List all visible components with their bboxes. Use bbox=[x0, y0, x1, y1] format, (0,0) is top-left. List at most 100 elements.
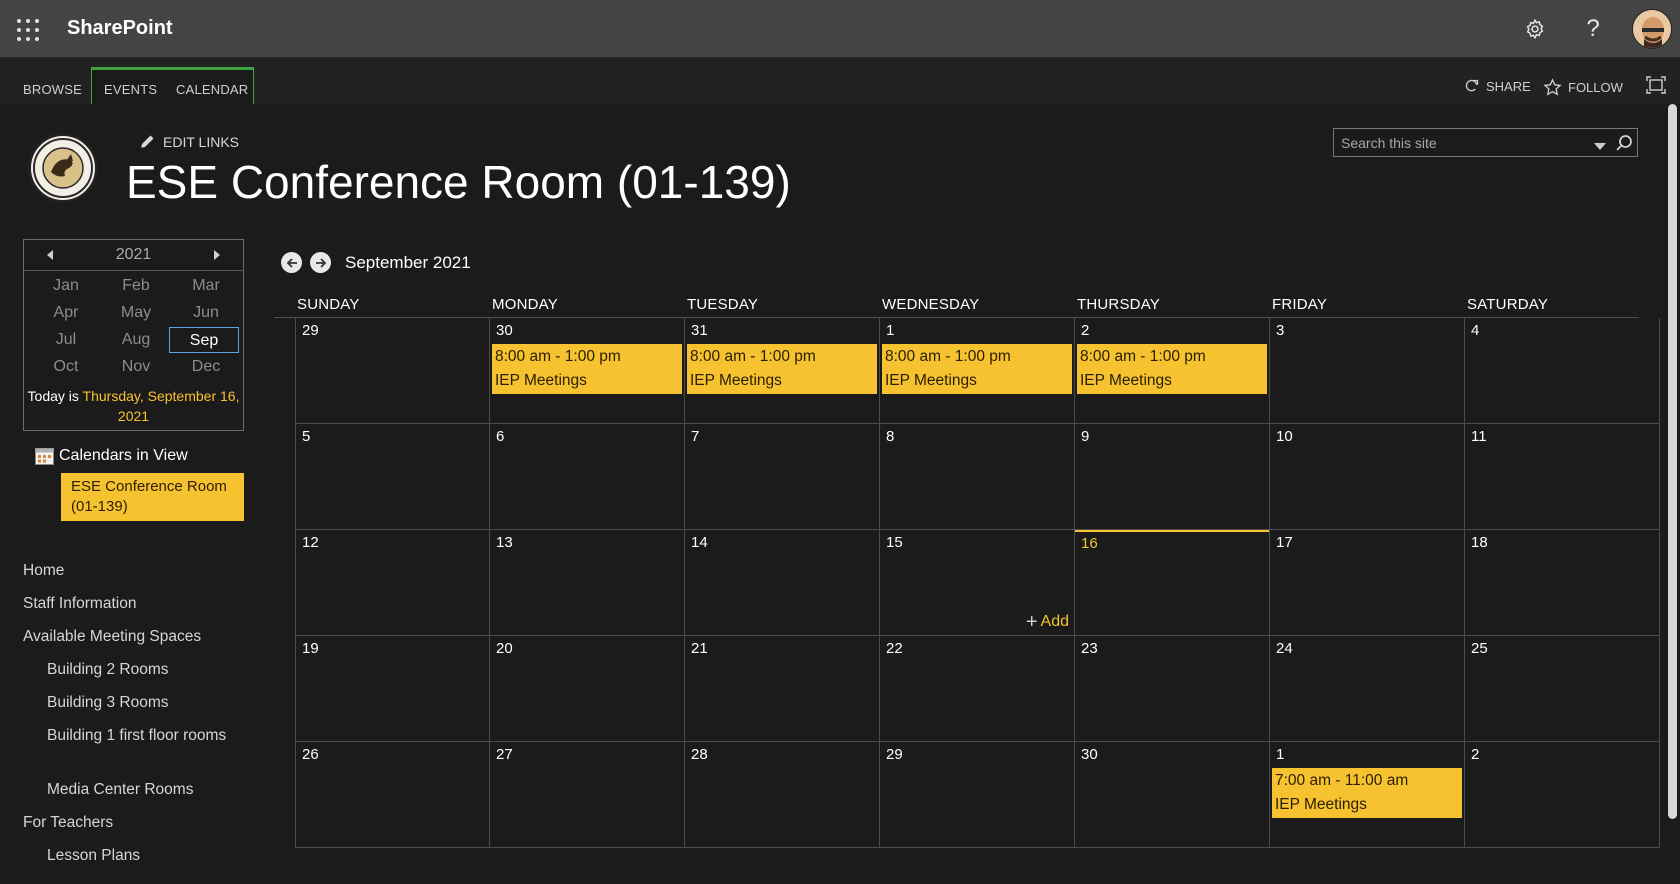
month-jun[interactable]: Jun bbox=[171, 300, 241, 326]
date-number[interactable]: 15 bbox=[886, 534, 903, 551]
date-number[interactable]: 26 bbox=[302, 746, 319, 763]
date-number[interactable]: 1 bbox=[1276, 746, 1284, 763]
settings-gear-icon[interactable] bbox=[1520, 14, 1550, 44]
calendar-day-cell[interactable]: 22 bbox=[880, 636, 1075, 742]
date-number[interactable]: 5 bbox=[302, 428, 310, 445]
calendar-day-cell[interactable]: 20 bbox=[490, 636, 685, 742]
calendar-day-cell[interactable]: 2 bbox=[1465, 742, 1660, 848]
calendar-day-cell[interactable]: 17 bbox=[1270, 530, 1465, 636]
calendar-event[interactable]: 8:00 am - 1:00 pm IEP Meetings bbox=[1077, 344, 1267, 394]
date-number[interactable]: 28 bbox=[691, 746, 708, 763]
date-number[interactable]: 8 bbox=[886, 428, 894, 445]
edit-links-button[interactable]: EDIT LINKS bbox=[139, 134, 239, 150]
date-number[interactable]: 4 bbox=[1471, 322, 1479, 339]
calendar-day-cell[interactable]: 31 8:00 am - 1:00 pm IEP Meetings bbox=[685, 318, 880, 424]
calendar-day-cell[interactable]: 26 bbox=[295, 742, 490, 848]
calendar-day-cell[interactable]: 21 bbox=[685, 636, 880, 742]
focus-on-content-icon[interactable] bbox=[1646, 76, 1666, 94]
calendar-day-cell[interactable]: 15 + Add bbox=[880, 530, 1075, 636]
calendar-day-cell[interactable]: 1 7:00 am - 11:00 am IEP Meetings bbox=[1270, 742, 1465, 848]
calendar-day-cell[interactable]: 29 bbox=[295, 318, 490, 424]
calendar-event[interactable]: 8:00 am - 1:00 pm IEP Meetings bbox=[687, 344, 877, 394]
nav-building-3-rooms[interactable]: Building 3 Rooms bbox=[47, 692, 227, 713]
today-date-number[interactable]: 16 bbox=[1081, 535, 1098, 552]
date-number[interactable]: 12 bbox=[302, 534, 319, 551]
nav-building-1-first-floor-rooms[interactable]: Building 1 first floor rooms bbox=[47, 725, 227, 746]
page-scrollbar[interactable] bbox=[1664, 104, 1680, 884]
today-link[interactable]: Thursday, September 16, 2021 bbox=[83, 388, 240, 424]
date-number[interactable]: 11 bbox=[1471, 428, 1487, 445]
search-scope-dropdown-icon[interactable] bbox=[1593, 138, 1607, 150]
add-event-link[interactable]: + Add bbox=[1026, 612, 1069, 632]
calendar-day-cell[interactable]: 5 bbox=[295, 424, 490, 530]
tab-browse[interactable]: BROWSE bbox=[23, 58, 82, 104]
date-number[interactable]: 17 bbox=[1276, 534, 1293, 551]
nav-lesson-plans[interactable]: Lesson Plans bbox=[47, 845, 227, 866]
month-nov[interactable]: Nov bbox=[101, 354, 171, 380]
date-number[interactable]: 6 bbox=[496, 428, 504, 445]
calendar-day-cell[interactable]: 9 bbox=[1075, 424, 1270, 530]
calendar-day-cell[interactable]: 2 8:00 am - 1:00 pm IEP Meetings bbox=[1075, 318, 1270, 424]
date-number[interactable]: 23 bbox=[1081, 640, 1098, 657]
date-number[interactable]: 21 bbox=[691, 640, 708, 657]
nav-building-2-rooms[interactable]: Building 2 Rooms bbox=[47, 659, 227, 680]
calendar-day-cell[interactable]: 16 bbox=[1075, 530, 1270, 636]
calendar-day-cell[interactable]: 12 bbox=[295, 530, 490, 636]
share-button[interactable]: SHARE bbox=[1463, 78, 1531, 95]
calendar-day-cell[interactable]: 30 8:00 am - 1:00 pm IEP Meetings bbox=[490, 318, 685, 424]
month-may[interactable]: May bbox=[101, 300, 171, 326]
date-number[interactable]: 25 bbox=[1471, 640, 1488, 657]
month-apr[interactable]: Apr bbox=[31, 300, 101, 326]
calendar-day-cell[interactable]: 4 bbox=[1465, 318, 1660, 424]
month-dec[interactable]: Dec bbox=[171, 354, 241, 380]
calendar-day-cell[interactable]: 29 bbox=[880, 742, 1075, 848]
follow-button[interactable]: FOLLOW bbox=[1543, 78, 1623, 97]
school-logo[interactable] bbox=[28, 133, 98, 203]
app-launcher-icon[interactable] bbox=[17, 19, 39, 41]
next-year-icon[interactable] bbox=[210, 248, 224, 262]
calendar-day-cell[interactable]: 14 bbox=[685, 530, 880, 636]
date-number[interactable]: 31 bbox=[691, 322, 708, 339]
date-number[interactable]: 24 bbox=[1276, 640, 1293, 657]
month-jan[interactable]: Jan bbox=[31, 273, 101, 299]
calendar-day-cell[interactable]: 19 bbox=[295, 636, 490, 742]
calendar-day-cell[interactable]: 30 bbox=[1075, 742, 1270, 848]
calendar-day-cell[interactable]: 6 bbox=[490, 424, 685, 530]
next-month-button[interactable] bbox=[310, 252, 331, 273]
nav-home[interactable]: Home bbox=[23, 560, 64, 581]
help-question-icon[interactable]: ? bbox=[1578, 14, 1608, 44]
calendar-day-cell[interactable]: 10 bbox=[1270, 424, 1465, 530]
calendar-day-cell[interactable]: 25 bbox=[1465, 636, 1660, 742]
date-number[interactable]: 10 bbox=[1276, 428, 1293, 445]
month-mar[interactable]: Mar bbox=[171, 273, 241, 299]
calendar-overlay-item[interactable]: ESE Conference Room (01-139) bbox=[61, 473, 244, 521]
scrollbar-thumb[interactable] bbox=[1668, 104, 1677, 819]
date-number[interactable]: 9 bbox=[1081, 428, 1089, 445]
date-number[interactable]: 20 bbox=[496, 640, 513, 657]
calendar-day-cell[interactable]: 27 bbox=[490, 742, 685, 848]
tab-calendar[interactable]: CALENDAR bbox=[176, 58, 248, 104]
month-feb[interactable]: Feb bbox=[101, 273, 171, 299]
nav-staff-information[interactable]: Staff Information bbox=[23, 593, 136, 614]
brand-name[interactable]: SharePoint bbox=[67, 17, 173, 40]
date-number[interactable]: 30 bbox=[1081, 746, 1098, 763]
month-sep-selected[interactable]: Sep bbox=[169, 327, 239, 353]
calendar-day-cell[interactable]: 18 bbox=[1465, 530, 1660, 636]
date-number[interactable]: 30 bbox=[496, 322, 513, 339]
month-oct[interactable]: Oct bbox=[31, 354, 101, 380]
date-number[interactable]: 22 bbox=[886, 640, 903, 657]
nav-media-center-rooms[interactable]: Media Center Rooms bbox=[47, 779, 227, 800]
month-aug[interactable]: Aug bbox=[101, 327, 171, 353]
calendar-day-cell[interactable]: 11 bbox=[1465, 424, 1660, 530]
calendar-event[interactable]: 8:00 am - 1:00 pm IEP Meetings bbox=[492, 344, 682, 394]
nav-for-teachers[interactable]: For Teachers bbox=[23, 812, 113, 833]
calendar-day-cell[interactable]: 8 bbox=[880, 424, 1075, 530]
month-jul[interactable]: Jul bbox=[31, 327, 101, 353]
date-number[interactable]: 1 bbox=[886, 322, 894, 339]
search-input[interactable] bbox=[1334, 129, 1584, 156]
nav-available-meeting-spaces[interactable]: Available Meeting Spaces bbox=[23, 626, 201, 647]
user-avatar[interactable] bbox=[1632, 9, 1672, 49]
date-number[interactable]: 18 bbox=[1471, 534, 1488, 551]
date-number[interactable]: 27 bbox=[496, 746, 513, 763]
date-number[interactable]: 29 bbox=[302, 322, 319, 339]
